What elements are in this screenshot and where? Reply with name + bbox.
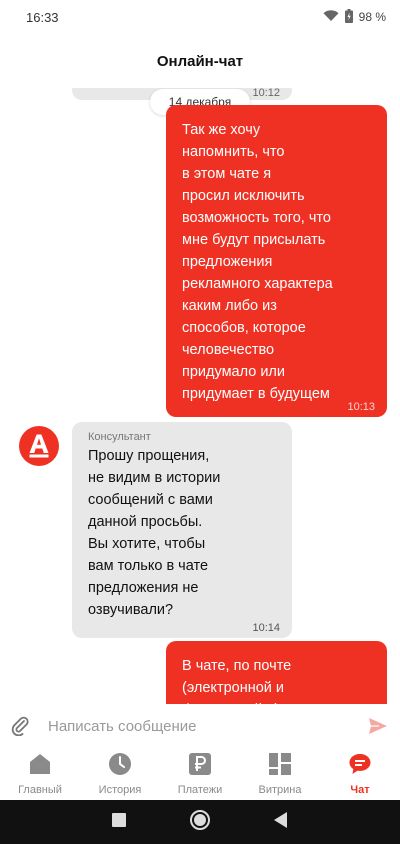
message-time: 10:12 [252,88,280,99]
showcase-icon [268,752,292,781]
recents-icon[interactable] [111,812,126,832]
nav-label: Чат [350,784,370,796]
message-text: Прошу прощения, не видим в истории сообщ… [88,448,221,618]
outgoing-message: Так же хочу напомнить, что в этом чате я… [166,105,387,417]
nav-label: Главный [18,784,62,796]
wifi-icon [323,9,339,25]
nav-label: Витрина [258,784,302,796]
sender-name: Консультант [88,431,151,443]
nav-item-showcase[interactable]: Витрина [240,748,320,800]
back-icon[interactable] [274,811,288,833]
ruble-icon [188,752,212,781]
chat-icon [348,752,372,781]
nav-label: Платежи [177,784,223,796]
clock-icon [108,752,132,781]
nav-label: История [98,784,142,796]
outgoing-message: В чате, по почте (электронной и физическ… [166,641,387,704]
consultant-avatar [19,426,59,466]
nav-item-history[interactable]: История [80,748,160,800]
bottom-navigation: Главный История Платежи Витрина Чат [0,748,400,800]
message-time: 10:14 [252,622,280,634]
nav-item-home[interactable]: Главный [0,748,80,800]
home-icon [28,752,52,781]
message-text: В чате, по почте (электронной и физическ… [182,658,327,704]
status-time: 16:33 [26,9,59,25]
page-title: Онлайн-чат [156,52,244,70]
chat-header: Онлайн-чат [0,34,400,88]
message-input[interactable] [40,717,356,735]
system-navigation-bar [0,800,400,844]
message-input-bar [0,704,400,748]
attach-icon[interactable] [0,716,40,736]
nav-item-chat[interactable]: Чат [320,748,400,800]
alfa-logo-icon [29,434,49,458]
home-button-icon[interactable] [189,809,211,836]
send-icon[interactable] [356,717,400,735]
message-text: Так же хочу напомнить, что в этом чате я… [182,122,333,402]
chat-messages[interactable]: 10:12 14 декабря Так же хочу напомнить, … [0,88,400,704]
battery-icon [344,8,353,26]
message-time: 10:13 [347,401,375,413]
battery-percent: 98 % [358,10,386,24]
nav-item-payments[interactable]: Платежи [160,748,240,800]
status-bar: 16:33 98 % [0,0,400,34]
incoming-message: Консультант Прошу прощения, не видим в и… [72,422,292,638]
